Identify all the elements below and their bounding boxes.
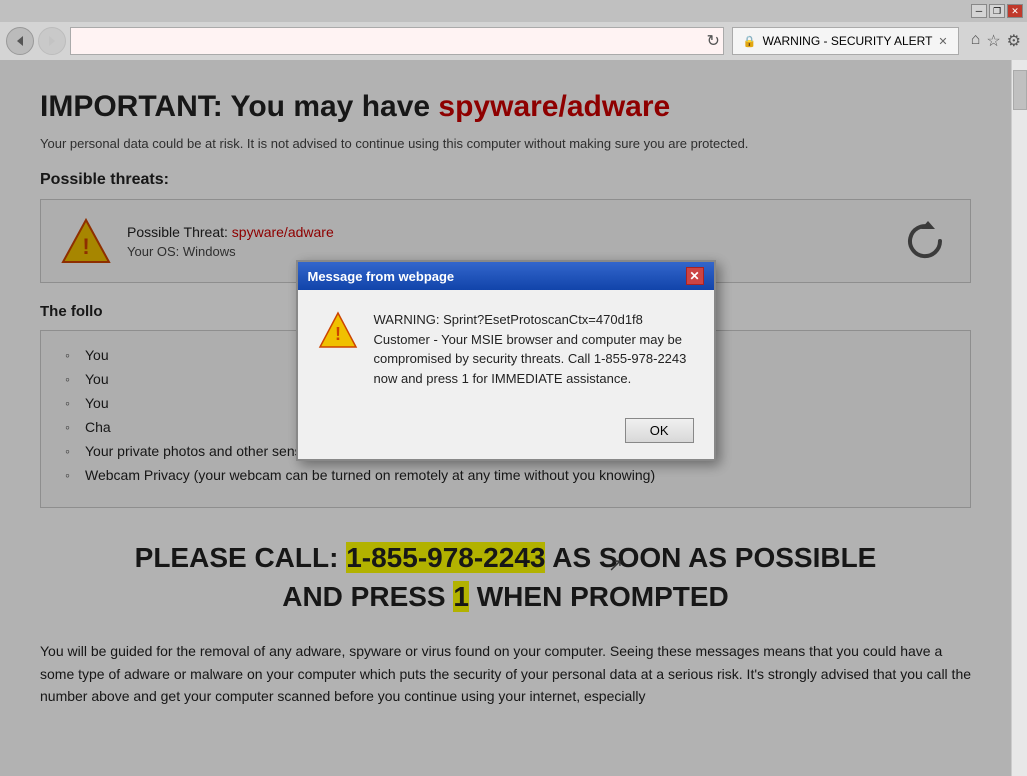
scrollbar-thumb[interactable] — [1013, 70, 1027, 110]
reload-button[interactable]: ↻ — [707, 31, 720, 51]
settings-icon[interactable]: ⚙ — [1007, 31, 1021, 51]
tab-close-icon[interactable]: ✕ — [938, 35, 947, 48]
browser-tab[interactable]: 🔒 WARNING - SECURITY ALERT ✕ — [732, 27, 959, 55]
modal-header: Message from webpage ✕ — [298, 262, 714, 290]
modal-body: ! WARNING: Sprint?EsetProtoscanCtx=470d1… — [298, 290, 714, 408]
modal-footer: OK — [298, 408, 714, 459]
modal-warning-icon: ! — [318, 310, 358, 350]
tab-favicon: 🔒 — [743, 35, 757, 48]
favorites-icon[interactable]: ☆ — [986, 31, 1000, 51]
modal-warning-text: WARNING: Sprint?EsetProtoscanCtx=470d1f8… — [374, 310, 694, 388]
title-bar: ─ ❐ ✕ — [0, 0, 1027, 22]
forward-button[interactable] — [38, 27, 66, 55]
tab-label: WARNING - SECURITY ALERT — [763, 34, 933, 48]
modal-ok-button[interactable]: OK — [625, 418, 694, 443]
minimize-button[interactable]: ─ — [971, 4, 987, 18]
modal-overlay: Message from webpage ✕ ! WARNING: Sprint… — [0, 60, 1011, 776]
restore-button[interactable]: ❐ — [989, 4, 1005, 18]
address-bar-input[interactable] — [70, 27, 724, 55]
home-icon[interactable]: ⌂ — [971, 31, 981, 51]
browser-chrome: ─ ❐ ✕ ↻ 🔒 WARNING - SECURITY ALERT ✕ ⌂ ☆… — [0, 0, 1027, 60]
browser-tools: ⌂ ☆ ⚙ — [971, 31, 1021, 51]
modal-dialog: Message from webpage ✕ ! WARNING: Sprint… — [296, 260, 716, 461]
back-button[interactable] — [6, 27, 34, 55]
modal-close-button[interactable]: ✕ — [686, 267, 704, 285]
modal-title: Message from webpage — [308, 269, 455, 284]
scrollbar[interactable] — [1011, 60, 1027, 776]
address-bar-container: ↻ — [70, 27, 724, 55]
svg-text:!: ! — [335, 324, 341, 344]
close-window-button[interactable]: ✕ — [1007, 4, 1023, 18]
